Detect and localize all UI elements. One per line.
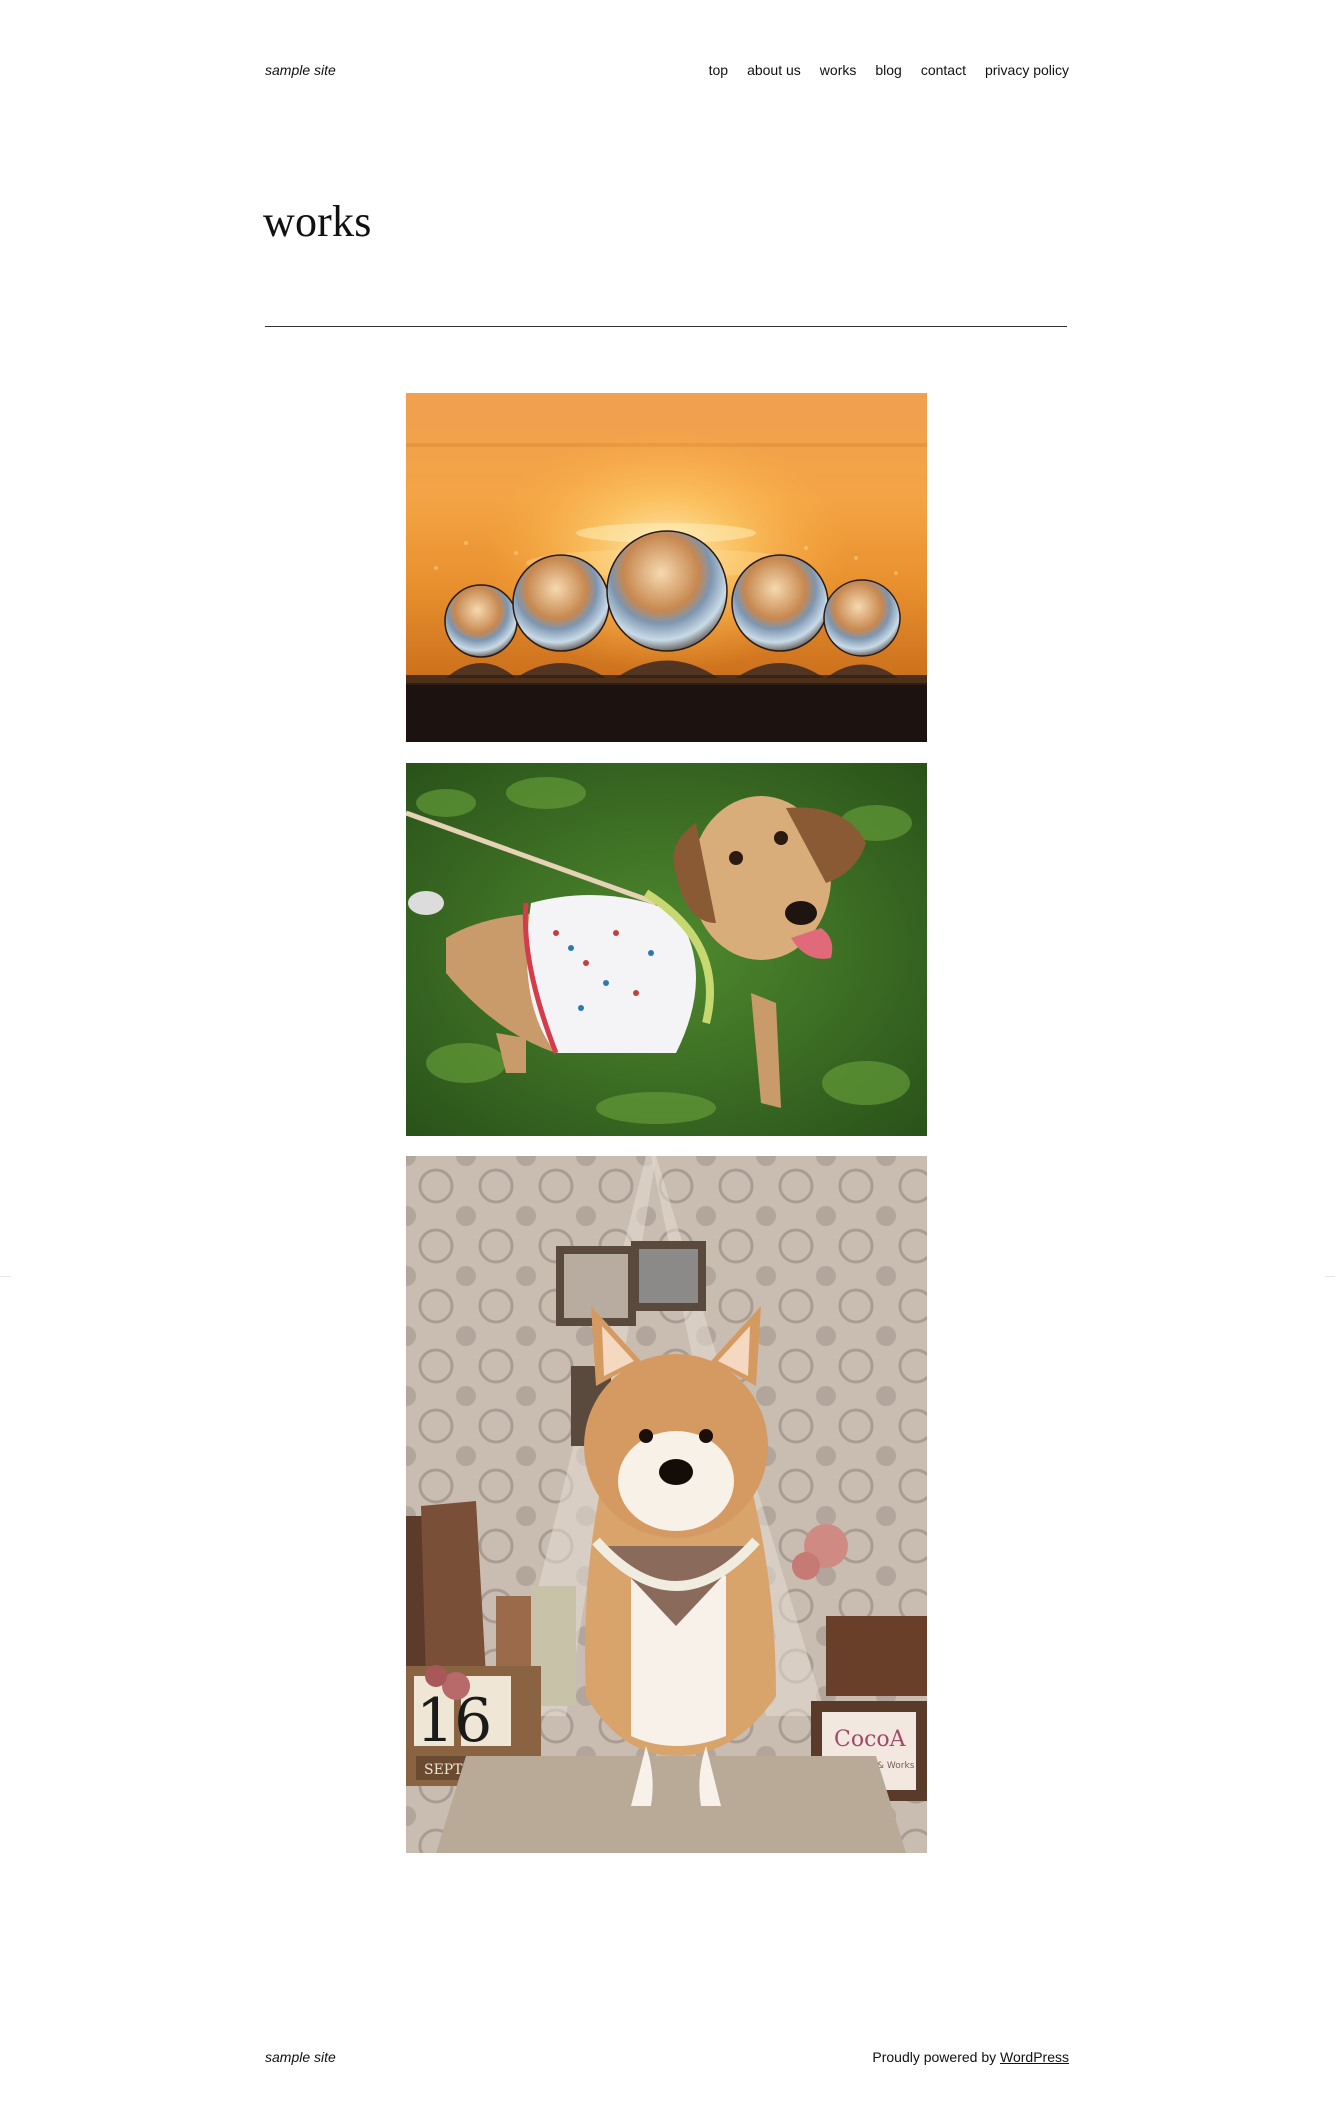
site-title: sample site xyxy=(265,62,336,78)
nav-item-works[interactable]: works xyxy=(820,62,857,78)
nav-item-privacy-policy[interactable]: privacy policy xyxy=(985,62,1069,78)
wordpress-link[interactable]: WordPress xyxy=(1000,2049,1069,2065)
site-title-link[interactable]: sample site xyxy=(265,62,336,78)
footer-credit-text: Proudly powered by xyxy=(872,2049,1001,2065)
gallery-image-crystal-balls[interactable] xyxy=(406,393,927,742)
right-edge-mark xyxy=(1325,1276,1335,1277)
footer-credit: Proudly powered by WordPress xyxy=(872,2049,1069,2065)
footer-site-title: sample site xyxy=(265,2049,336,2065)
studio-sign-text: CocoA xyxy=(834,1727,907,1752)
nav-item-blog[interactable]: blog xyxy=(875,62,901,78)
main-navigation: top about us works blog contact privacy … xyxy=(709,62,1069,78)
nav-item-top[interactable]: top xyxy=(709,62,728,78)
gallery-image-shiba-inu[interactable]: 16 SEPTEMBER CocoA Grooming & Works xyxy=(406,1156,927,1853)
page-title: works xyxy=(263,197,372,246)
left-edge-mark xyxy=(0,1276,10,1277)
gallery-image-dog-on-grass[interactable] xyxy=(406,763,927,1136)
dog-on-grass-photo xyxy=(406,763,927,1136)
crystal-balls-photo xyxy=(406,393,927,742)
title-divider xyxy=(265,326,1067,327)
nav-item-contact[interactable]: contact xyxy=(921,62,966,78)
nav-item-about-us[interactable]: about us xyxy=(747,62,801,78)
shiba-inu-photo: 16 SEPTEMBER CocoA Grooming & Works xyxy=(406,1156,927,1853)
